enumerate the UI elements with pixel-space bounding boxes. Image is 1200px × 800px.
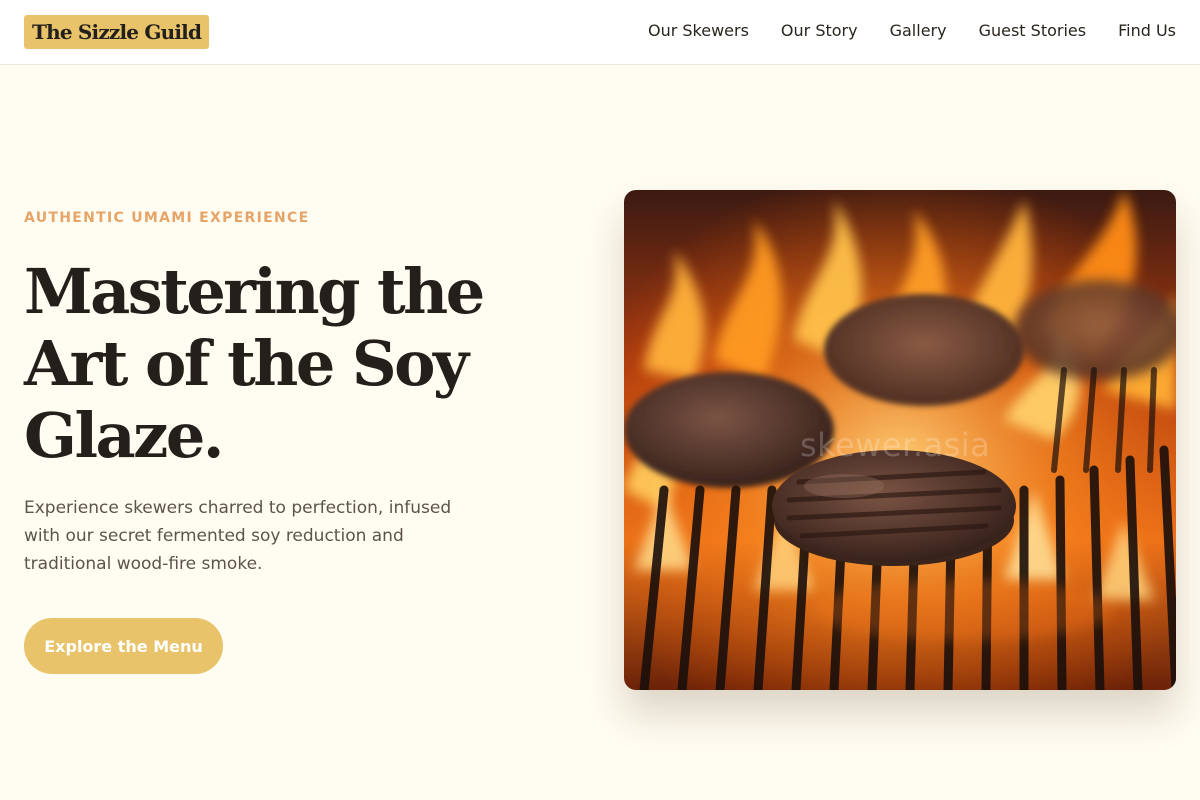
- hero-eyebrow: AUTHENTIC UMAMI EXPERIENCE: [24, 210, 310, 226]
- main-nav: Our Skewers Our Story Gallery Guest Stor…: [648, 20, 1176, 42]
- hero-headline-line: Glaze.: [24, 399, 224, 472]
- nav-link-guest-stories[interactable]: Guest Stories: [979, 20, 1087, 42]
- site-header: The Sizzle Guild Our Skewers Our Story G…: [0, 0, 1200, 65]
- nav-link-our-skewers[interactable]: Our Skewers: [648, 20, 749, 42]
- explore-menu-button[interactable]: Explore the Menu: [24, 618, 223, 674]
- hero-grill-image: skewer.asia: [624, 190, 1176, 690]
- nav-link-find-us[interactable]: Find Us: [1118, 20, 1176, 42]
- hero-headline-line: Art of the Soy: [24, 327, 469, 400]
- image-watermark: skewer.asia: [800, 426, 991, 464]
- nav-link-gallery[interactable]: Gallery: [890, 20, 947, 42]
- nav-link-our-story[interactable]: Our Story: [781, 20, 858, 42]
- hero-subtext: Experience skewers charred to perfection…: [24, 498, 452, 574]
- hero-headline-line: Mastering the: [24, 255, 485, 328]
- site-logo[interactable]: The Sizzle Guild: [24, 15, 210, 49]
- hero-headline: Mastering the Art of the Soy Glaze.: [24, 256, 604, 472]
